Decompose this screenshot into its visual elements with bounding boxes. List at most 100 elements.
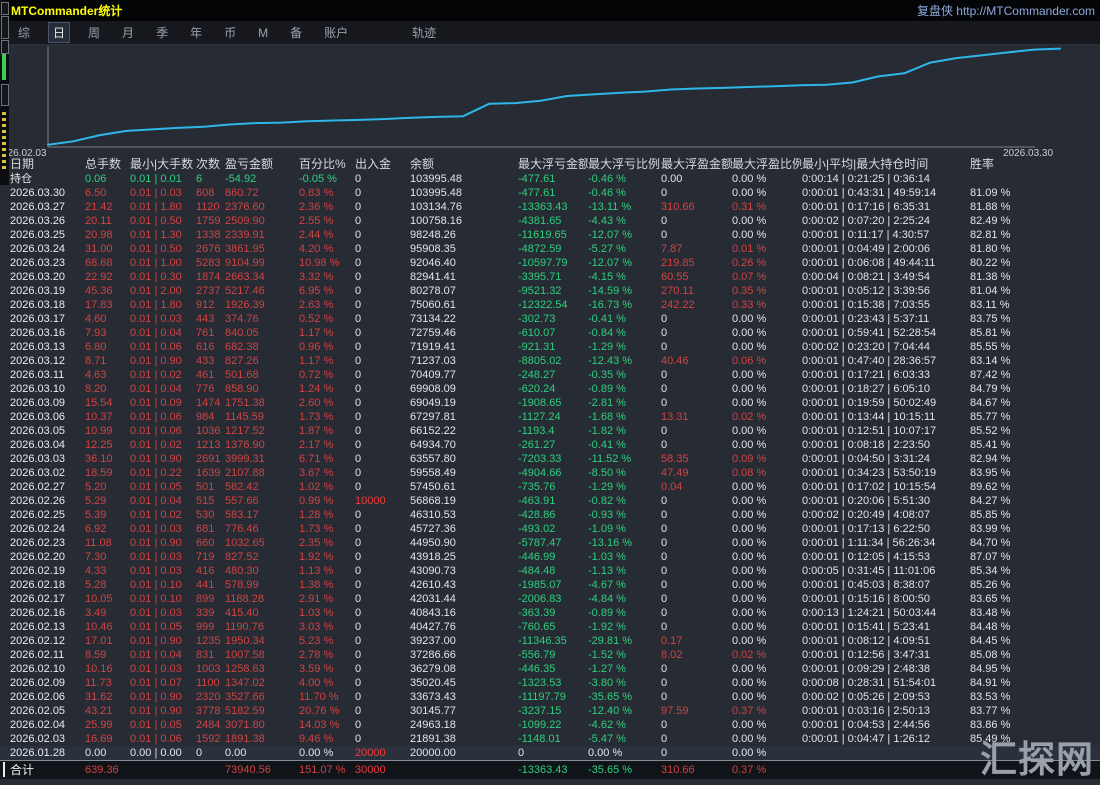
table-row[interactable]: 2026.03.10 8.20 0.01 | 0.04 776 858.90 1.24 %…: [0, 382, 1100, 396]
table-row[interactable]: 2026.03.24 31.00 0.01 | 0.50 2676 3861.95 4.2…: [0, 242, 1100, 256]
table-row[interactable]: 2026.02.04 25.99 0.01 | 0.05 2484 3071.80 14.…: [0, 718, 1100, 732]
cell: 40427.76: [410, 621, 456, 633]
menu-item-账户[interactable]: 账户: [320, 23, 352, 42]
table-row[interactable]: 2026.03.16 7.93 0.01 | 0.04 761 840.05 1.17 %…: [0, 326, 1100, 340]
table-row[interactable]: 2026.03.18 17.83 0.01 | 1.80 912 1926.39 2.63…: [0, 298, 1100, 312]
column-header[interactable]: 最小|大手数: [130, 156, 196, 172]
cell: -1.27 %: [588, 663, 626, 675]
menu-item-track[interactable]: 轨迹: [408, 23, 440, 42]
menu-item-综[interactable]: 综: [14, 23, 34, 42]
cell: 2509.90: [225, 215, 265, 227]
menu-item-季[interactable]: 季: [152, 23, 172, 42]
table-row[interactable]: 2026.03.23 68.68 0.01 | 1.00 5283 9104.99 10.…: [0, 256, 1100, 270]
table-row[interactable]: 2026.02.27 5.20 0.01 | 0.05 501 582.42 1.02 %…: [0, 480, 1100, 494]
column-header[interactable]: 盈亏金额: [225, 156, 299, 172]
column-header[interactable]: 总手数: [85, 156, 130, 172]
table-row[interactable]: 2026.03.19 45.36 0.01 | 2.00 2737 5217.46 6.9…: [0, 284, 1100, 298]
menu-item-年[interactable]: 年: [186, 23, 206, 42]
column-header[interactable]: 最大浮盈比例: [732, 156, 802, 172]
cell: 0.08 %: [732, 467, 767, 479]
column-header[interactable]: 出入金: [355, 156, 410, 172]
table-row[interactable]: 2026.02.11 8.59 0.01 | 0.04 831 1007.58 2.78 …: [0, 648, 1100, 662]
cell: 2026.02.27: [10, 481, 66, 493]
menu-item-周[interactable]: 周: [84, 23, 104, 42]
table-row[interactable]: 2026.03.12 8.71 0.01 | 0.90 433 827.26 1.17 %…: [0, 354, 1100, 368]
cell: 7.87: [661, 243, 683, 255]
watermark: 汇探网: [980, 739, 1094, 780]
table-row[interactable]: 2026.03.03 36.10 0.01 | 0.90 2691 3999.31 6.7…: [0, 452, 1100, 466]
cell: 0.00 %: [732, 663, 767, 675]
table-row[interactable]: 2026.02.23 11.08 0.01 | 0.90 660 1032.65 2.35…: [0, 536, 1100, 550]
cell: 0: [355, 397, 362, 409]
cell: -0.46 %: [588, 173, 626, 185]
table-row[interactable]: 2026.03.30 6.50 0.01 | 0.03 608 860.72 0.83 %…: [0, 186, 1100, 200]
cell: 31.62: [85, 691, 113, 703]
column-header[interactable]: 最小|平均|最大持仓时间: [802, 156, 970, 172]
table-row[interactable]: 2026.03.20 22.92 0.01 | 0.30 1874 2663.34 3.3…: [0, 270, 1100, 284]
table-row[interactable]: 2026.02.06 31.62 0.01 | 0.90 2320 3527.66 11.…: [0, 690, 1100, 704]
cell: -12322.54: [518, 299, 568, 311]
cell: 82.49 %: [970, 215, 1011, 227]
table-row[interactable]: 2026.01.28 0.00 0.00 | 0.00 0 0.00 0.00 % 2000…: [0, 746, 1100, 760]
table-row[interactable]: 2026.02.26 5.29 0.01 | 0.04 515 557.66 0.99 %…: [0, 494, 1100, 508]
column-header[interactable]: 最大浮亏比例: [588, 156, 661, 172]
cell: 10.46: [85, 621, 113, 633]
site-link[interactable]: 复盘侠 http://MTCommander.com: [917, 2, 1100, 19]
column-header[interactable]: 最大浮亏金额: [518, 156, 588, 172]
cell: 0: [661, 509, 668, 521]
cell: 83.95 %: [970, 467, 1011, 479]
cell: 2026.02.19: [10, 565, 66, 577]
menu-item-币[interactable]: 币: [220, 23, 240, 42]
cell: 416: [196, 565, 215, 577]
table-row[interactable]: 2026.02.10 10.16 0.01 | 0.03 1003 1258.63 3.5…: [0, 662, 1100, 676]
table-row[interactable]: 2026.03.25 20.98 0.01 | 1.30 1338 2339.91 2.4…: [0, 228, 1100, 242]
table-row[interactable]: 2026.02.16 3.49 0.01 | 0.03 339 415.40 1.03 %…: [0, 606, 1100, 620]
cell: 999: [196, 621, 215, 633]
cell: 0.01 | 0.01: [130, 173, 182, 185]
menu-item-备[interactable]: 备: [286, 23, 306, 42]
menu-item-月[interactable]: 月: [118, 23, 138, 42]
table-row[interactable]: 2026.02.24 6.92 0.01 | 0.03 681 776.46 1.73 %…: [0, 522, 1100, 536]
cell: 22.92: [85, 271, 113, 283]
table-row[interactable]: 2026.03.11 4.63 0.01 | 0.02 461 501.68 0.72 %…: [0, 368, 1100, 382]
table-row[interactable]: 2026.03.27 21.42 0.01 | 1.80 1120 2376.60 2.3…: [0, 200, 1100, 214]
table-row[interactable]: 2026.02.05 43.21 0.01 | 0.90 3778 5182.59 20.…: [0, 704, 1100, 718]
cell: 2026.03.16: [10, 327, 66, 339]
table-row[interactable]: 2026.03.02 18.59 0.01 | 0.22 1639 2107.88 3.6…: [0, 466, 1100, 480]
column-header[interactable]: 余额: [410, 156, 518, 172]
table-row[interactable]: 2026.03.06 10.37 0.01 | 0.06 984 1145.59 1.73…: [0, 410, 1100, 424]
table-row[interactable]: 2026.02.17 10.05 0.01 | 0.10 899 1188.28 2.91…: [0, 592, 1100, 606]
table-row[interactable]: 2026.03.13 6.80 0.01 | 0.06 616 682.38 0.96 %…: [0, 340, 1100, 354]
cell: 984: [196, 411, 215, 423]
position-row[interactable]: 持仓 0.06 0.01 | 0.01 6 -54.92 -0.05 % 0 103995.4…: [0, 172, 1100, 186]
table-row[interactable]: 2026.02.25 5.39 0.01 | 0.02 530 583.17 1.28 %…: [0, 508, 1100, 522]
cell: 69908.09: [410, 383, 456, 395]
table-row[interactable]: 2026.02.18 5.28 0.01 | 0.10 441 578.99 1.38 %…: [0, 578, 1100, 592]
table-row[interactable]: 2026.03.09 15.54 0.01 | 0.09 1474 1751.38 2.6…: [0, 396, 1100, 410]
table-row[interactable]: 2026.03.17 4.60 0.01 | 0.03 443 374.76 0.52 %…: [0, 312, 1100, 326]
table-row[interactable]: 2026.02.13 10.46 0.01 | 0.05 999 1190.76 3.03…: [0, 620, 1100, 634]
table-row[interactable]: 2026.03.04 12.25 0.01 | 0.02 1213 1376.90 2.1…: [0, 438, 1100, 452]
cell: 0.01 | 0.06: [130, 341, 182, 353]
cell: 1.17 %: [299, 327, 334, 339]
cell: 0: [355, 453, 362, 465]
cell: 0: [518, 747, 525, 759]
column-header[interactable]: 百分比%: [299, 156, 355, 172]
table-row[interactable]: 2026.03.05 10.99 0.01 | 0.06 1036 1217.52 1.8…: [0, 424, 1100, 438]
table-row[interactable]: 2026.02.12 17.01 0.01 | 0.90 1235 1950.34 5.2…: [0, 634, 1100, 648]
table-row[interactable]: 2026.03.26 20.11 0.01 | 0.50 1759 2509.90 2.5…: [0, 214, 1100, 228]
table-row[interactable]: 2026.02.09 11.73 0.01 | 0.07 1100 1347.02 4.0…: [0, 676, 1100, 690]
table-row[interactable]: 2026.02.03 16.69 0.01 | 0.06 1592 1891.38 9.4…: [0, 732, 1100, 746]
table-row[interactable]: 2026.02.20 7.30 0.01 | 0.03 719 827.52 1.92 %…: [0, 550, 1100, 564]
column-header[interactable]: 次数: [196, 156, 225, 172]
menu-item-日[interactable]: 日: [48, 22, 71, 43]
cell: 10.37: [85, 411, 113, 423]
cell: 5182.59: [225, 705, 265, 717]
cell: 46310.53: [410, 509, 456, 521]
cell: 0:00:02 | 0:23:20 | 7:04:44: [802, 341, 931, 353]
menu-item-M[interactable]: M: [254, 25, 272, 41]
cell: 8.71: [85, 355, 107, 367]
cell: 0.01 | 0.50: [130, 215, 182, 227]
table-row[interactable]: 2026.02.19 4.33 0.01 | 0.03 416 480.30 1.13 %…: [0, 564, 1100, 578]
column-header[interactable]: 最大浮盈金额: [661, 156, 732, 172]
